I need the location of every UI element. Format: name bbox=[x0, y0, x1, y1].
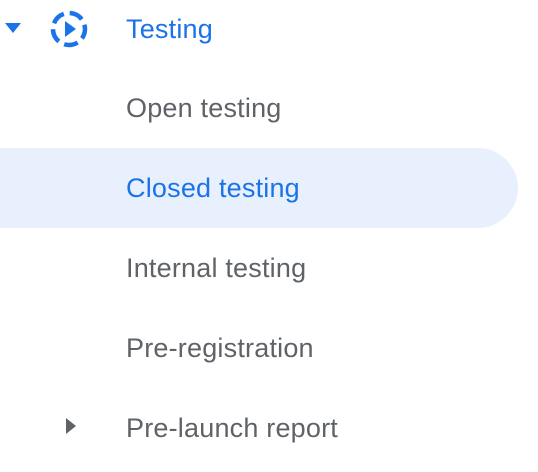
nav-item-label: Pre-launch report bbox=[126, 413, 339, 443]
nav-item-label: Internal testing bbox=[126, 253, 307, 283]
testing-icon bbox=[50, 10, 88, 48]
nav-item-closed-testing[interactable]: Closed testing bbox=[0, 148, 538, 228]
sidebar-nav: Testing Open testing Closed testing Inte… bbox=[0, 0, 538, 472]
nav-group-testing[interactable]: Testing bbox=[0, 0, 538, 58]
nav-item-pre-registration[interactable]: Pre-registration bbox=[0, 308, 538, 388]
caret-down-icon[interactable] bbox=[5, 23, 21, 33]
nav-item-internal-testing[interactable]: Internal testing bbox=[0, 228, 538, 308]
nav-item-label: Closed testing bbox=[126, 173, 300, 203]
nav-group-label: Testing bbox=[126, 14, 213, 44]
nav-item-label: Open testing bbox=[126, 93, 282, 123]
caret-right-icon[interactable] bbox=[66, 418, 76, 434]
nav-item-label: Pre-registration bbox=[126, 333, 314, 363]
nav-item-pre-launch-report[interactable]: Pre-launch report bbox=[0, 388, 538, 468]
nav-item-open-testing[interactable]: Open testing bbox=[0, 68, 538, 148]
